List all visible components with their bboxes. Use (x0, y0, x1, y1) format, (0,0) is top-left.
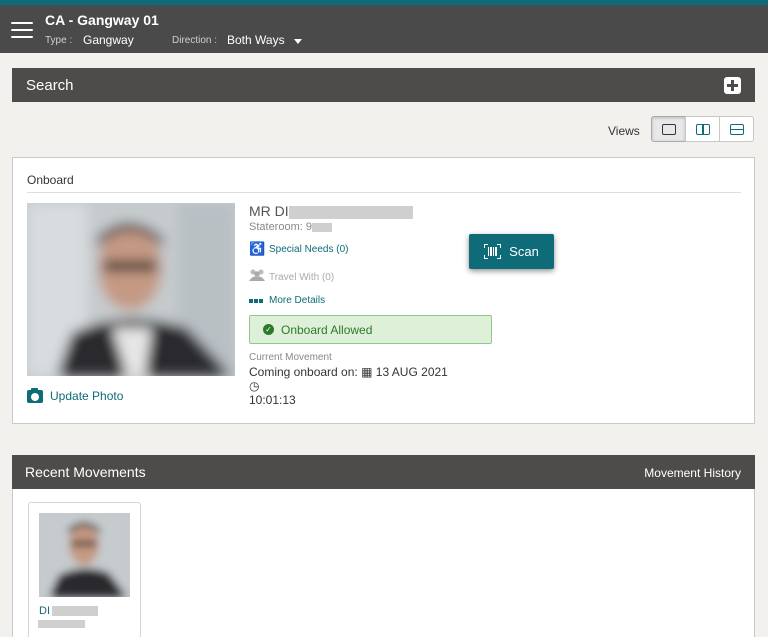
status-text: Onboard Allowed (281, 322, 373, 337)
view-split-vertical-button[interactable] (685, 116, 720, 142)
views-label: Views (608, 124, 640, 138)
movement-value: Coming onboard on: ▦ 13 AUG 2021 ◷ 10:01… (249, 365, 459, 407)
travel-with-label: Travel With (0) (269, 271, 335, 283)
search-title: Search (26, 77, 74, 94)
scan-label: Scan (509, 244, 539, 259)
update-photo-label: Update Photo (50, 389, 124, 403)
movement-name-text: DI (39, 605, 50, 617)
movement-history-link[interactable]: Movement History (644, 466, 741, 480)
movement-time: 10:01:13 (249, 393, 296, 407)
more-details-label: More Details (269, 295, 326, 306)
movement-card[interactable]: DI (28, 502, 141, 637)
stateroom: Stateroom: 9 (249, 221, 332, 233)
special-needs-label: Special Needs (0) (269, 243, 349, 255)
special-needs-link[interactable]: ♿ Special Needs (0) (249, 241, 348, 257)
accessibility-icon: ♿ (249, 241, 266, 256)
more-dots-icon (249, 298, 264, 303)
menu-icon[interactable] (11, 22, 33, 38)
search-panel-header[interactable]: Search (12, 68, 755, 102)
scan-button[interactable]: Scan (469, 234, 554, 269)
expand-plus-icon[interactable] (724, 77, 741, 94)
redacted-block (38, 620, 85, 628)
calendar-icon: ▦ (361, 365, 373, 379)
guest-name: MR DI (249, 203, 413, 219)
card-title: Onboard (27, 173, 74, 187)
onboard-card: Onboard Update Photo MR DI Stateroom: 9 … (12, 157, 755, 424)
redacted-block (52, 606, 98, 617)
movement-prefix: Coming onboard on: (249, 365, 358, 379)
guest-name-text: MR DI (249, 203, 289, 219)
gate-title: CA - Gangway 01 (45, 12, 159, 28)
guest-photo (27, 203, 235, 376)
movement-guest-name: DI (39, 605, 98, 617)
chevron-down-icon[interactable] (294, 39, 302, 44)
recent-title: Recent Movements (25, 464, 146, 480)
direction-label: Direction : (172, 35, 218, 46)
split-horizontal-icon (730, 124, 744, 135)
clock-icon: ◷ (249, 379, 260, 393)
redacted-block (311, 222, 332, 232)
stateroom-text: Stateroom: 9 (249, 221, 312, 233)
view-single-button[interactable] (651, 116, 686, 142)
check-circle-icon: ✓ (263, 324, 274, 335)
travel-with-link[interactable]: Travel With (0) (249, 269, 334, 285)
more-details-link[interactable]: More Details (249, 295, 325, 306)
camera-icon (27, 387, 43, 403)
single-view-icon (662, 124, 676, 135)
update-photo-link[interactable]: Update Photo (27, 387, 124, 403)
redacted-block (288, 205, 413, 219)
app-header: CA - Gangway 01 Type : Gangway Direction… (0, 5, 768, 53)
type-value: Gangway (83, 33, 134, 47)
view-split-horizontal-button[interactable] (719, 116, 754, 142)
recent-movements-header: Recent Movements Movement History (12, 455, 755, 489)
divider (27, 192, 741, 193)
type-label: Type : (45, 35, 73, 46)
recent-movements-list: DI (12, 489, 755, 637)
barcode-scan-icon (484, 244, 502, 259)
guest-thumbnail (39, 513, 130, 597)
status-banner: ✓ Onboard Allowed (249, 315, 492, 344)
group-icon (249, 269, 265, 285)
split-vertical-icon (696, 124, 710, 135)
movement-date: 13 AUG 2021 (375, 365, 448, 379)
movement-label: Current Movement (249, 352, 332, 363)
view-toggle-group (651, 116, 754, 142)
direction-select[interactable]: Both Ways (227, 33, 285, 47)
